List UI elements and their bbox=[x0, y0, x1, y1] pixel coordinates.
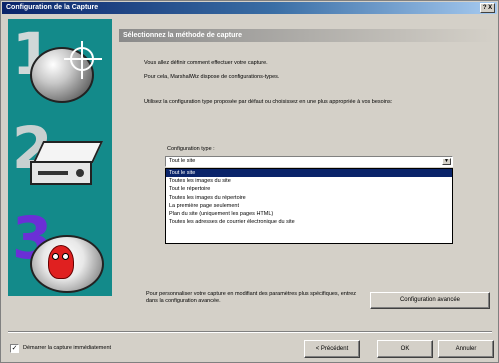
config-type-label: Configuration type : bbox=[167, 146, 215, 152]
mascot-left-eye bbox=[52, 253, 59, 260]
config-type-select[interactable]: Tout le site ▼ bbox=[165, 156, 453, 167]
dropdown-option[interactable]: Toutes les images du répertoire bbox=[166, 194, 452, 202]
divider bbox=[8, 331, 492, 333]
intro-line-2: Pour cela, MarshalWiz dispose de configu… bbox=[144, 74, 280, 80]
intro-line-3: Utilisez la configuration type proposée … bbox=[144, 99, 393, 105]
advanced-config-button[interactable]: Configuration avancée bbox=[370, 292, 490, 309]
crosshair-line-horizontal bbox=[64, 58, 102, 60]
capture-config-dialog: Configuration de la Capture ? X 1 2 3 Sé… bbox=[0, 0, 499, 363]
chevron-down-icon[interactable]: ▼ bbox=[442, 158, 451, 165]
mascot-character-icon bbox=[48, 245, 74, 279]
dropdown-option[interactable]: Plan du site (uniquement les pages HTML) bbox=[166, 210, 452, 218]
crosshair-line-vertical bbox=[81, 41, 83, 79]
dropdown-option[interactable]: Tout le répertoire bbox=[166, 185, 452, 193]
wizard-steps-panel: 1 2 3 bbox=[8, 19, 112, 296]
previous-button[interactable]: < Précédent bbox=[304, 340, 360, 358]
config-type-dropdown-list: Tout le site Toutes les images du site T… bbox=[165, 168, 453, 244]
title-bar: Configuration de la Capture ? X bbox=[2, 2, 497, 14]
start-capture-checkbox[interactable]: ✓ bbox=[10, 344, 19, 353]
ok-button[interactable]: OK bbox=[377, 340, 433, 358]
drive-top bbox=[32, 141, 104, 163]
start-capture-label[interactable]: Démarrer la capture immédiatement bbox=[23, 344, 111, 353]
window-title: Configuration de la Capture bbox=[6, 4, 99, 11]
dropdown-option[interactable]: Toutes les adresses de courrier électron… bbox=[166, 218, 452, 226]
intro-line-1: Vous allez définir comment effectuer vot… bbox=[144, 60, 268, 66]
drive-slot bbox=[38, 171, 68, 175]
help-close-buttons[interactable]: ? X bbox=[480, 3, 495, 13]
dropdown-option[interactable]: Toutes les images du site bbox=[166, 177, 452, 185]
cancel-button[interactable]: Annuler bbox=[438, 340, 494, 358]
drive-led bbox=[76, 169, 84, 177]
config-type-value: Tout le site bbox=[169, 158, 196, 164]
dropdown-option[interactable]: La première page seulement bbox=[166, 202, 452, 210]
customize-hint-text: Pour personnaliser votre capture en modi… bbox=[146, 291, 357, 304]
dropdown-option[interactable]: Tout le site bbox=[166, 169, 452, 178]
disk-drive-icon bbox=[30, 141, 104, 189]
section-header: Sélectionnez la méthode de capture bbox=[119, 29, 494, 42]
mascot-right-eye bbox=[62, 253, 69, 260]
